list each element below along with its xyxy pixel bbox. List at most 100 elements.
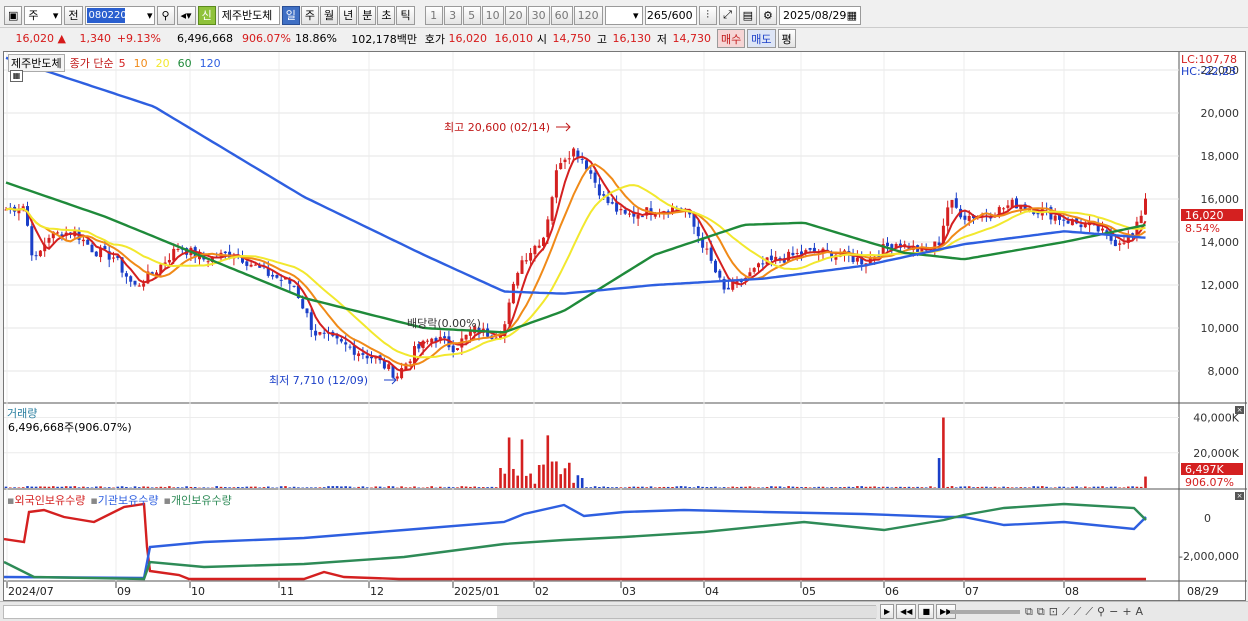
prev-button[interactable]: 전 (64, 5, 83, 25)
save-icon[interactable]: ▤ (738, 5, 757, 25)
period-tab-3[interactable]: 년 (339, 5, 358, 25)
date-input[interactable]: 2025/08/29 ▦ (778, 5, 861, 25)
period-tab-0[interactable]: 일 (281, 5, 300, 25)
ma-legend-5[interactable]: 5 (119, 57, 126, 70)
volume-bar (464, 486, 468, 488)
holding-legend-item: ▪외국인보유수량 (7, 494, 86, 507)
ma-legend-60[interactable]: 60 (178, 57, 192, 70)
line-icon[interactable]: ⟋ (1085, 605, 1093, 619)
interval-button-20[interactable]: 20 (504, 5, 527, 25)
volume-bar (576, 475, 580, 488)
volume-bar (697, 486, 700, 488)
period-tab-5[interactable]: 초 (377, 5, 396, 25)
count-input[interactable]: 265/600 (644, 5, 697, 25)
period-tab-2[interactable]: 월 (319, 5, 339, 25)
volume-bar (641, 486, 644, 488)
candle-body (580, 158, 584, 160)
volume-bar (783, 487, 786, 488)
interval-select[interactable]: ▾ (604, 5, 643, 25)
rewind-icon[interactable]: ◀◀ (896, 604, 917, 619)
close-icon[interactable]: × (1235, 492, 1244, 500)
interval-button-30[interactable]: 30 (527, 5, 550, 25)
grid-icon[interactable]: ▦ (10, 70, 23, 82)
search-icon[interactable]: ⚲ (156, 5, 175, 25)
stop-icon[interactable]: ■ (918, 604, 935, 619)
font-icon[interactable]: A (1136, 605, 1144, 619)
play-icon[interactable]: ▶ (880, 604, 895, 619)
volume-bar (662, 486, 666, 488)
window-icon[interactable]: ⧉ (1025, 605, 1033, 619)
window-icon[interactable]: ⧉ (1037, 605, 1045, 619)
zoom-out-icon[interactable]: − (1109, 605, 1118, 619)
volume-bar (757, 487, 760, 488)
zoom-slider[interactable] (950, 610, 1020, 614)
market-type-select[interactable]: 주 ▾ (24, 5, 63, 25)
holding-legend-2[interactable]: 개인보유수량 (171, 494, 232, 507)
volume-bar (357, 486, 360, 488)
credit-badge[interactable]: 신 (197, 5, 216, 25)
volume-bar (654, 487, 657, 488)
candle-body (387, 364, 391, 370)
volume-bar (542, 464, 545, 488)
volume-bar (744, 486, 747, 488)
scrollbar-thumb[interactable] (497, 605, 877, 618)
chart-window-icon[interactable]: ▣ (4, 5, 23, 25)
volume-bar (688, 487, 691, 488)
interval-button-60[interactable]: 60 (550, 5, 573, 25)
chart-area[interactable]: 22,000 20,000 18,000 16,000 14,000 12,000 10,0… (3, 51, 1247, 602)
candle-body (90, 244, 94, 253)
draw-tool-icon[interactable]: ⤢ (718, 5, 737, 25)
interval-button-1[interactable]: 1 (424, 5, 443, 25)
volume-bar (1023, 487, 1027, 488)
line-icon[interactable]: ⟋ (1074, 605, 1082, 619)
candle-body (129, 276, 133, 282)
volume-bar (649, 486, 653, 488)
zoom-in-icon[interactable]: + (1122, 605, 1131, 619)
candle-body (1006, 205, 1010, 208)
candle-body (86, 239, 90, 245)
ma-legend-20[interactable]: 20 (156, 57, 170, 70)
volume-bar (684, 486, 687, 488)
volume-bar (722, 487, 726, 488)
volume-bar (387, 486, 390, 488)
candle-body (1122, 242, 1126, 244)
candle-body (791, 252, 795, 256)
buy-button[interactable]: 매수 (717, 29, 746, 48)
horizontal-scrollbar[interactable] (3, 604, 877, 619)
volume-bar (494, 487, 498, 488)
interval-button-5[interactable]: 5 (462, 5, 481, 25)
stock-code-input[interactable]: 080220 ▾ (84, 5, 155, 25)
interval-button-10[interactable]: 10 (481, 5, 504, 25)
interval-button-120[interactable]: 120 (573, 5, 603, 25)
candle-type-icon[interactable]: ⫶ (698, 5, 717, 25)
volume-bar (946, 486, 949, 488)
period-tab-1[interactable]: 주 (300, 5, 319, 25)
period-tab-4[interactable]: 분 (358, 5, 377, 25)
gear-icon[interactable]: ⚙ (758, 5, 777, 25)
search-icon[interactable]: ⚲ (1097, 605, 1105, 619)
volume-bar (959, 486, 962, 488)
candle-body (1066, 220, 1070, 224)
ma-legend-10[interactable]: 10 (134, 57, 148, 70)
avg-button[interactable]: 평 (777, 29, 796, 48)
ma-legend-120[interactable]: 120 (200, 57, 221, 70)
lock-icon[interactable]: ⊡ (1049, 605, 1058, 619)
volume-bar (912, 487, 915, 488)
candle-body (1062, 219, 1066, 221)
volume-bar (950, 486, 954, 488)
line-icon[interactable]: ⟋ (1062, 605, 1070, 619)
chart-canvas[interactable]: 22,00020,00018,00016,00014,00012,00010,0… (3, 52, 1247, 602)
sell-button[interactable]: 매도 (747, 29, 776, 48)
period-tab-6[interactable]: 틱 (396, 5, 415, 25)
volume-bar (413, 486, 416, 488)
volume-value: 6,496,668 (177, 32, 233, 45)
volume-bar (752, 487, 756, 488)
volume-bar (374, 486, 378, 488)
interval-button-3[interactable]: 3 (443, 5, 462, 25)
close-icon[interactable]: × (1235, 406, 1244, 414)
holding-legend-1[interactable]: 기관보유수량 (98, 494, 159, 507)
holding-legend-0[interactable]: 외국인보유수량 (14, 494, 85, 507)
candle-body (38, 250, 42, 257)
speaker-icon[interactable]: ◂▾ (176, 5, 196, 25)
holding-line-0 (3, 502, 1146, 581)
